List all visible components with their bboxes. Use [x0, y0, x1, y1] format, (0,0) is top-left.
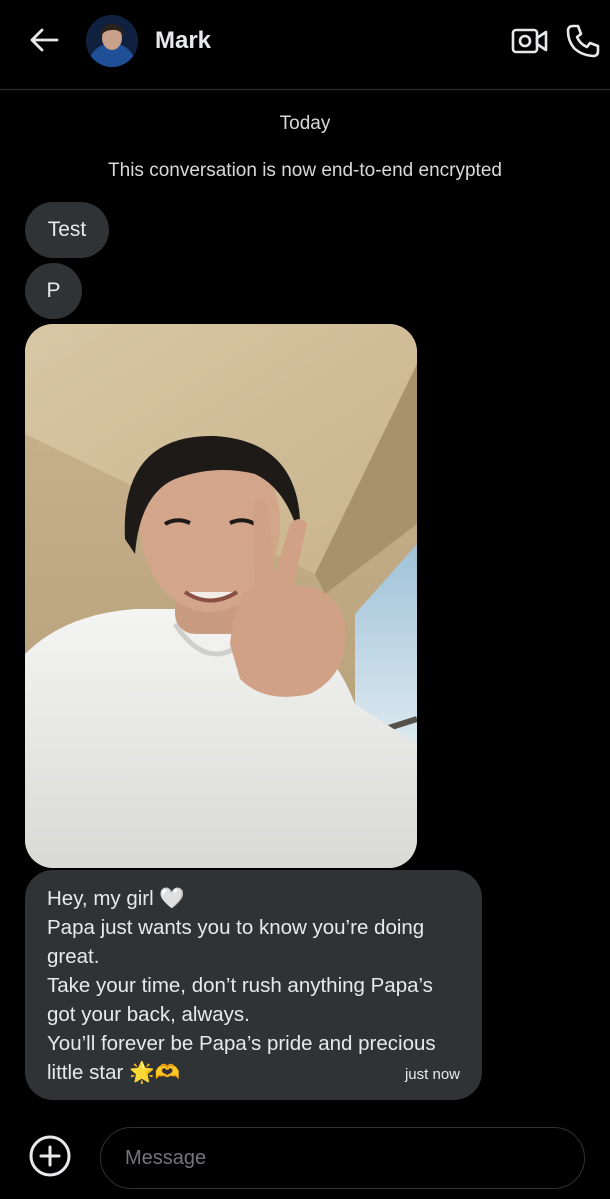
add-attachment-button[interactable]: [28, 1134, 72, 1178]
contact-name[interactable]: Mark: [155, 27, 211, 55]
message-timestamp: just now: [404, 1066, 460, 1083]
day-divider-label: Today: [279, 113, 331, 134]
message-input-container[interactable]: [100, 1127, 585, 1189]
message-input[interactable]: [125, 1146, 584, 1170]
message-text: Test: [47, 218, 87, 241]
video-call-button[interactable]: [510, 24, 550, 58]
video-camera-icon: [510, 28, 550, 62]
message-bubble[interactable]: P: [25, 263, 82, 319]
message-text: Hey, my girl 🤍 Papa just wants you to kn…: [47, 887, 436, 1084]
dm-conversation-screen: Mark Today This conversation is now end-…: [0, 0, 610, 1199]
conversation-header: Mark: [0, 0, 610, 90]
photo-message[interactable]: [25, 324, 417, 868]
arrow-left-icon: [29, 27, 59, 58]
encryption-notice: This conversation is now end-to-end encr…: [108, 160, 502, 181]
message-bubble[interactable]: Test: [25, 202, 109, 258]
back-button[interactable]: [24, 22, 64, 62]
avatar[interactable]: [86, 15, 138, 67]
phone-icon: [564, 24, 602, 64]
message-bubble[interactable]: Hey, my girl 🤍 Papa just wants you to kn…: [25, 870, 482, 1100]
voice-call-button[interactable]: [564, 22, 602, 60]
message-text: P: [46, 279, 61, 302]
plus-circle-icon: [28, 1135, 72, 1182]
